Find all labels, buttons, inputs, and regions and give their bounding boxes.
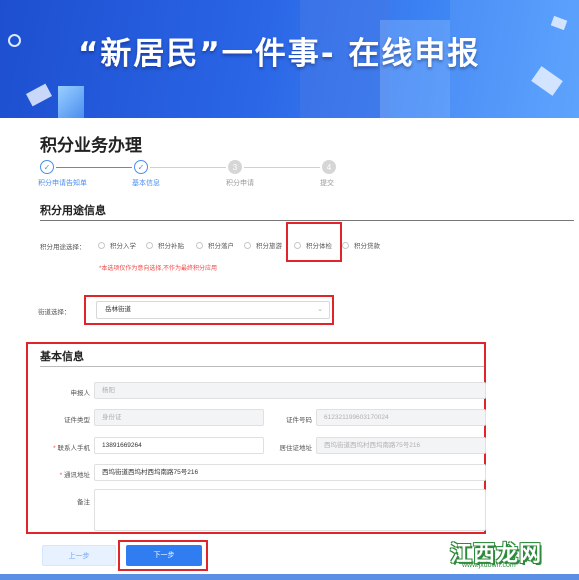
radio-label: 积分贷款 [354,243,380,250]
remark-label: 备注 [77,499,90,506]
purpose-label: 积分用途选择： [40,244,86,251]
radio-travel[interactable]: 积分旅游 [244,240,282,250]
step-notice[interactable]: ✓ 积分申请告知单 [38,160,87,187]
required-mark: * [59,472,63,479]
watermark-logo: 江西龙网 www.jxdown.com [446,536,576,572]
step-label: 积分申请 [226,180,254,187]
page-title: 积分业务办理 [40,136,142,156]
section-title-basic: 基本信息 [40,350,84,363]
id-type-field[interactable]: 身份证 [94,409,264,426]
radio-circle-icon [244,241,251,249]
remark-textarea[interactable] [94,489,486,531]
applicant-label: 申报人 [70,390,91,397]
purpose-note: *本选项仅作为意向选择,不作为最终积分应用 [99,266,218,272]
step-connector [244,167,320,168]
header-banner: “新居民”一件事- 在线申报 [0,0,579,118]
required-mark: * [53,445,56,452]
id-type-label: 证件类型 [64,417,90,424]
radio-subsidy[interactable]: 积分补贴 [146,240,184,250]
radio-label: 积分旅游 [256,243,282,250]
radio-label: 积分落户 [208,243,234,250]
step-connector [56,167,132,168]
id-number-label: 证件号码 [286,417,312,424]
highlight-box-street [84,295,334,325]
street-label: 街道选择： [38,309,71,316]
progress-steps: ✓ 积分申请告知单 ✓ 基本信息 3 积分申请 4 提交 [38,160,380,190]
step-label: 积分申请告知单 [38,180,87,187]
residence-address-field[interactable]: 西坞街道西坞村西坞南路75号216 [316,437,486,454]
step-number: 3 [228,160,242,174]
prev-button[interactable]: 上一步 [42,545,116,566]
radio-circle-icon [98,241,105,249]
check-icon: ✓ [40,160,54,174]
section-title-purpose: 积分用途信息 [40,204,106,217]
radio-school[interactable]: 积分入学 [98,240,136,250]
divider [40,366,484,367]
phone-label: * 联系人手机 [40,442,90,452]
step-label: 提交 [320,180,334,187]
step-label: 基本信息 [132,180,160,187]
mail-address-field[interactable]: 西坞街道西坞村西坞南路75号216 [94,464,486,481]
radio-circle-icon [342,241,349,249]
phone-label-text: 联系人手机 [57,445,91,452]
highlight-box-next [118,540,208,571]
step-basic-info[interactable]: ✓ 基本信息 [132,160,160,187]
banner-title: “新居民”一件事- 在线申报 [78,36,481,72]
radio-circle-icon [196,241,203,249]
residence-address-label: 居住证地址 [279,445,313,452]
radio-label: 积分入学 [110,243,136,250]
radio-circle-icon [146,241,153,249]
divider [40,220,574,221]
check-icon: ✓ [134,160,148,174]
watermark-url: www.jxdown.com [462,562,516,569]
mail-address-label: * 通讯地址 [40,469,90,479]
phone-field[interactable]: 13891669264 [94,437,264,454]
paper-icon [26,83,52,107]
step-connector [150,167,226,168]
step-points-application[interactable]: 3 积分申请 [226,160,254,187]
step-number: 4 [322,160,336,174]
radio-label: 积分补贴 [158,243,184,250]
highlight-box-checkup [286,222,342,262]
id-number-field[interactable]: 612321199603170024 [316,409,486,426]
applicant-field[interactable]: 杨阳 [94,382,486,399]
step-submit[interactable]: 4 提交 [320,160,336,187]
ring-icon [8,34,21,47]
mail-address-label-text: 通讯地址 [64,472,90,479]
bottom-bar [0,574,579,580]
cube-icon [58,86,84,118]
radio-household[interactable]: 积分落户 [196,240,234,250]
radio-loan[interactable]: 积分贷款 [342,240,380,250]
